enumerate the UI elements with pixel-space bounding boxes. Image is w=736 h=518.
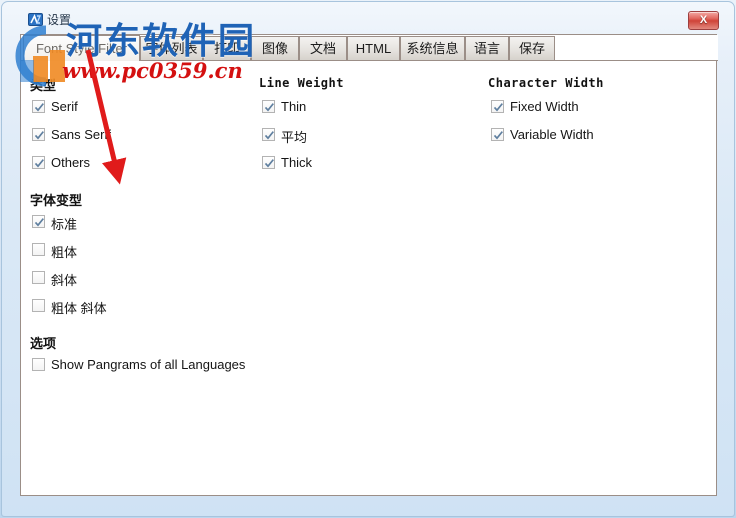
checkbox-bold-italic[interactable] [32,299,45,312]
font-style-filter-page: 类型 Serif Sans Serif Others 字体变型 标准 粗体 斜体… [21,61,716,495]
settings-panel: Font Style Filter 字体列表 打印 图像 文档 HTML 系统信… [20,34,718,496]
tab-save[interactable]: 保存 [509,36,555,60]
checkbox-sans-serif[interactable] [32,128,45,141]
checkbox-label: Variable Width [510,127,594,142]
tab-label: HTML [355,41,392,56]
checkbox-label: Fixed Width [510,99,579,114]
tab-bar: Font Style Filter 字体列表 打印 图像 文档 HTML 系统信… [21,35,718,61]
checkbox-label: 平均 [281,130,308,145]
tab-label: 系统信息 [406,41,459,56]
tab-label: 保存 [518,41,545,56]
close-icon: X [699,14,708,26]
group-heading-options: 选项 [30,336,57,351]
tab-document[interactable]: 文档 [299,36,347,60]
tab-image[interactable]: 图像 [251,36,299,60]
close-button[interactable]: X [688,11,719,30]
checkbox-average[interactable] [262,128,275,141]
tab-font-style-filter[interactable]: Font Style Filter [23,35,140,61]
checkbox-label: Show Pangrams of all Languages [51,357,246,372]
group-heading-font-style: 字体变型 [30,193,83,208]
checkbox-regular[interactable] [32,215,45,228]
tab-label: 语言 [473,41,500,56]
tab-label: Font Style Filter [35,41,128,56]
checkbox-thin[interactable] [262,100,275,113]
checkbox-label: Others [51,155,91,170]
checkbox-label: Thick [281,155,313,170]
tab-font-list[interactable]: 字体列表 [140,36,203,60]
checkbox-label: Sans Serif [51,127,111,142]
checkbox-label: 粗体 [51,245,78,260]
checkbox-show-pangrams[interactable] [32,358,45,371]
checkbox-label: 标准 [51,217,78,232]
tab-label: 字体列表 [145,41,198,56]
checkbox-label: Thin [281,99,307,114]
tab-language[interactable]: 语言 [465,36,509,60]
checkbox-thick[interactable] [262,156,275,169]
checkbox-label: 粗体 斜体 [51,301,107,316]
checkbox-label: 斜体 [51,273,78,288]
tab-print[interactable]: 打印 [203,36,251,60]
tab-label: 图像 [261,41,288,56]
tab-system-info[interactable]: 系统信息 [400,36,465,60]
checkbox-label: Serif [51,99,78,114]
window-title: 设置 [47,13,72,27]
group-heading-character-width: Character Width [488,76,604,90]
title-bar[interactable]: 设置 X [3,3,733,31]
app-settings-icon [28,12,43,27]
checkbox-serif[interactable] [32,100,45,113]
settings-window: 设置 X Font Style Filter 字体列表 打印 图像 文档 HTM… [0,0,736,518]
tab-label: 文档 [309,41,336,56]
group-heading-line-weight: Line Weight [259,76,344,90]
group-heading-type: 类型 [30,78,57,93]
checkbox-variable-width[interactable] [491,128,504,141]
tab-label: 打印 [213,41,240,56]
checkbox-fixed-width[interactable] [491,100,504,113]
checkbox-others[interactable] [32,156,45,169]
checkbox-bold[interactable] [32,243,45,256]
checkbox-italic[interactable] [32,271,45,284]
tab-html[interactable]: HTML [347,36,400,60]
